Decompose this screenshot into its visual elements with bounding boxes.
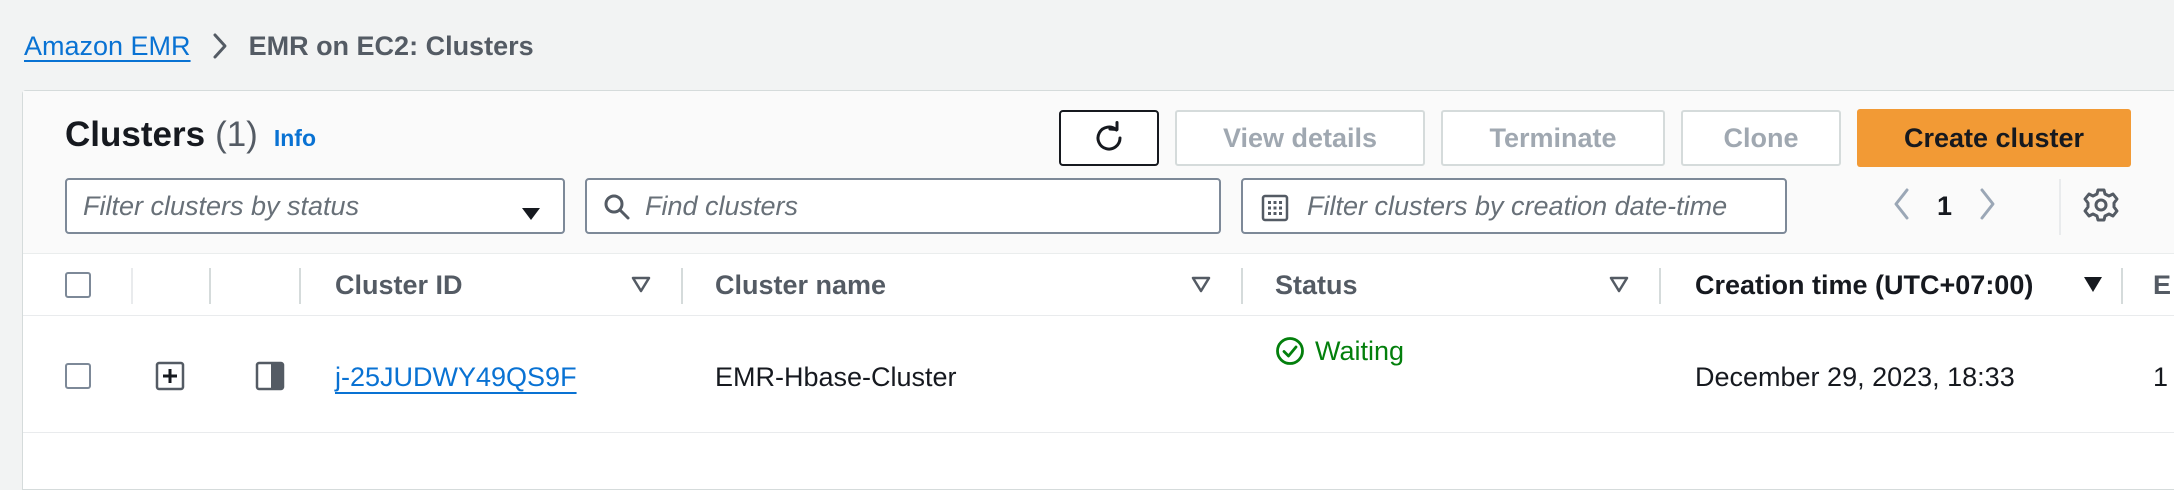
expand-row-icon[interactable] xyxy=(155,361,185,396)
sort-icon[interactable] xyxy=(1609,276,1629,299)
chevron-right-icon xyxy=(211,32,229,60)
table-row: j-25JUDWY49QS9F EMR-Hbase-Cluster Waitin… xyxy=(23,317,2174,433)
sort-icon[interactable] xyxy=(1191,276,1211,299)
status-text: Waiting xyxy=(1315,335,1405,366)
title-text: Clusters xyxy=(65,115,206,154)
search-icon xyxy=(603,193,631,228)
create-cluster-button[interactable]: Create cluster xyxy=(1857,109,2131,167)
clusters-panel: Clusters (1) Info View details Terminate… xyxy=(22,90,2174,490)
date-filter-placeholder: Filter clusters by creation date-time xyxy=(1307,190,1728,221)
calendar-icon xyxy=(1261,194,1289,229)
status-filter-select[interactable]: Filter clusters by status xyxy=(65,178,565,234)
select-all-checkbox[interactable] xyxy=(65,272,91,298)
breadcrumb: Amazon EMR EMR on EC2: Clusters xyxy=(24,24,534,68)
split-panel-icon[interactable] xyxy=(255,361,285,396)
sort-icon[interactable] xyxy=(631,276,651,299)
caret-down-icon xyxy=(521,198,541,229)
previous-page-icon[interactable] xyxy=(1891,187,1913,226)
breadcrumb-amazon-emr-link[interactable]: Amazon EMR xyxy=(24,31,191,62)
column-header-cluster-name[interactable]: Cluster name xyxy=(715,254,886,316)
date-filter-input[interactable]: Filter clusters by creation date-time xyxy=(1241,178,1787,234)
column-header-status[interactable]: Status xyxy=(1275,254,1358,316)
cluster-id-link[interactable]: j-25JUDWY49QS9F xyxy=(335,357,577,397)
find-clusters-input[interactable]: Find clusters xyxy=(585,178,1221,234)
column-header-creation-time[interactable]: Creation time (UTC+07:00) xyxy=(1695,254,2033,316)
pagination: 1 xyxy=(1891,178,1998,234)
status-filter-placeholder: Filter clusters by status xyxy=(83,190,360,221)
column-divider xyxy=(1659,268,1661,304)
pager-divider xyxy=(2059,179,2061,235)
clone-button[interactable]: Clone xyxy=(1681,110,1841,166)
cluster-name-cell: EMR-Hbase-Cluster xyxy=(715,361,957,392)
column-divider xyxy=(209,268,211,304)
column-header-next[interactable]: E xyxy=(2153,254,2171,316)
next-column-cell: 1 xyxy=(2153,361,2169,392)
find-clusters-placeholder: Find clusters xyxy=(645,190,799,221)
page-title: Clusters (1) Info xyxy=(65,115,316,155)
view-details-button[interactable]: View details xyxy=(1175,110,1425,166)
info-link[interactable]: Info xyxy=(274,125,316,152)
table-header: Cluster ID Cluster name Status Creation … xyxy=(23,254,2174,316)
creation-time-cell: December 29, 2023, 18:33 xyxy=(1695,361,2015,392)
column-divider xyxy=(1241,268,1243,304)
refresh-icon xyxy=(1096,121,1122,151)
column-divider xyxy=(2121,268,2123,304)
row-select-checkbox[interactable] xyxy=(65,363,91,389)
column-divider xyxy=(299,268,301,304)
sort-descending-icon[interactable] xyxy=(2083,276,2103,299)
terminate-button[interactable]: Terminate xyxy=(1441,110,1665,166)
refresh-button[interactable] xyxy=(1059,110,1159,166)
current-page-number[interactable]: 1 xyxy=(1937,191,1952,222)
breadcrumb-current: EMR on EC2: Clusters xyxy=(248,30,534,61)
cluster-count: (1) xyxy=(215,115,258,154)
next-page-icon[interactable] xyxy=(1976,187,1998,226)
gear-icon[interactable] xyxy=(2083,187,2119,228)
column-divider xyxy=(131,268,133,304)
status-success-icon xyxy=(1275,336,1305,366)
column-divider xyxy=(681,268,683,304)
column-header-cluster-id[interactable]: Cluster ID xyxy=(335,254,463,316)
status-cell: Waiting xyxy=(1275,331,1404,371)
